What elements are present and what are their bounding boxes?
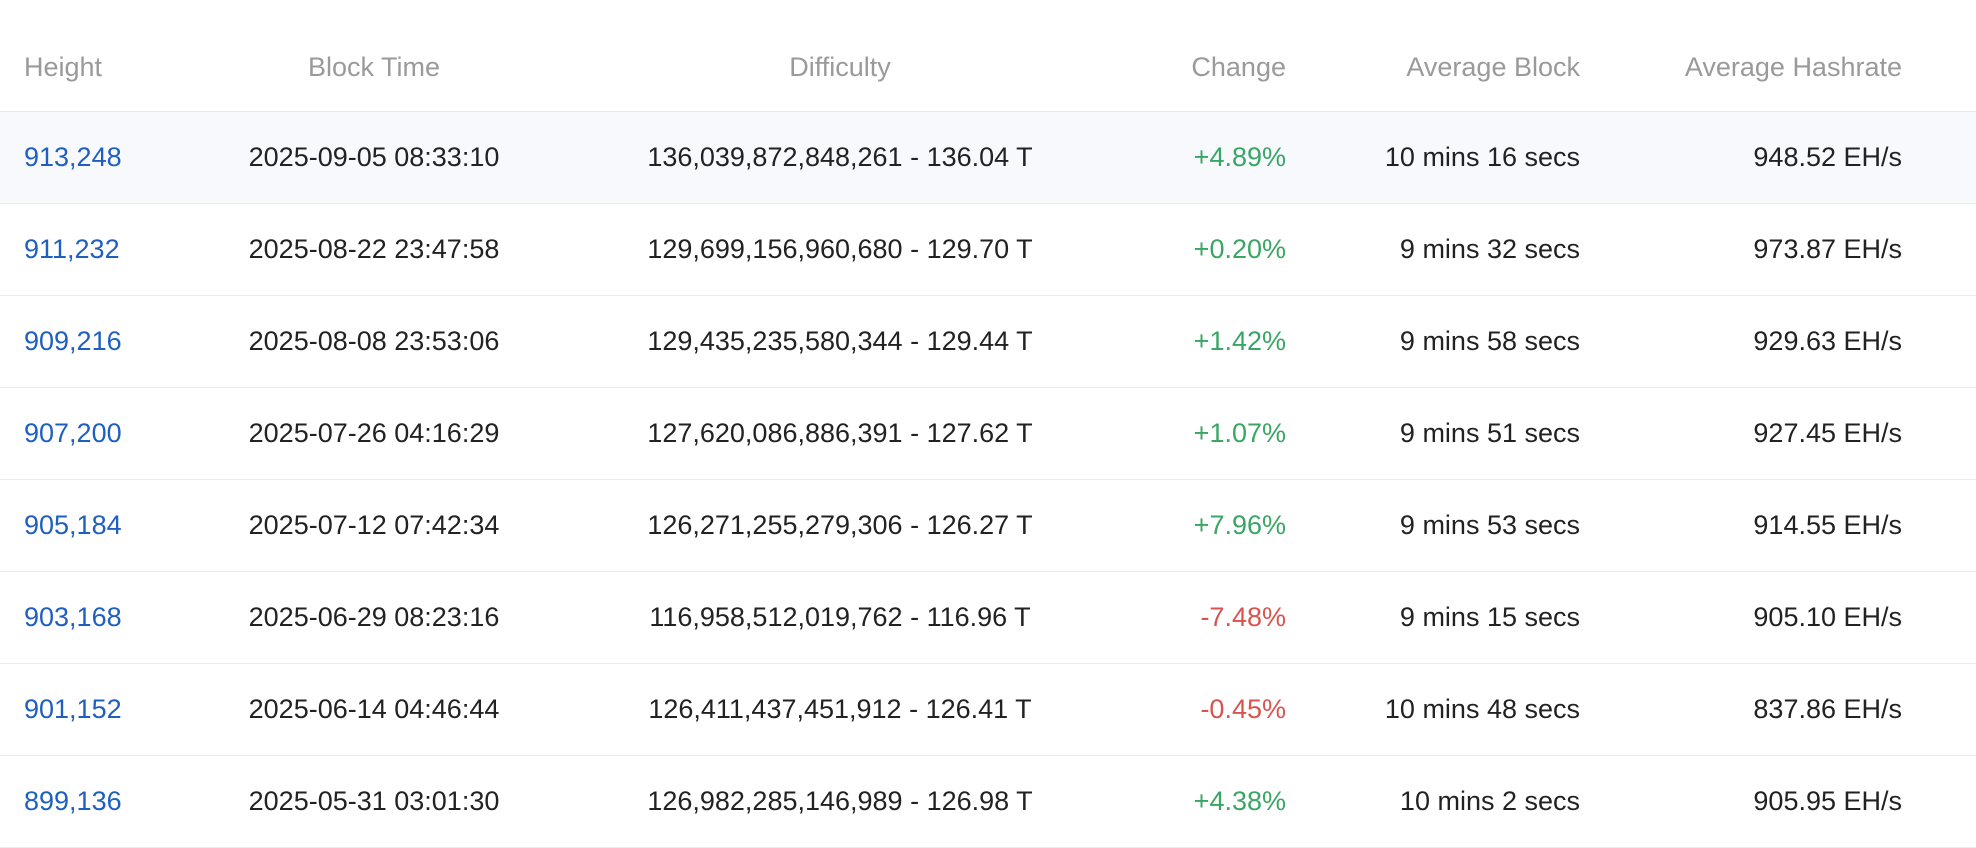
average-block-cell: 9 mins 32 secs	[1399, 234, 1580, 264]
change-cell: +4.89%	[1193, 142, 1286, 172]
difficulty-cell: 129,699,156,960,680 - 129.70 T	[647, 234, 1033, 264]
average-hashrate-cell: 837.86 EH/s	[1753, 694, 1902, 724]
block-time-cell: 2025-05-31 03:01:30	[248, 786, 500, 816]
table-row[interactable]: 909,216 2025-08-08 23:53:06 129,435,235,…	[0, 296, 1976, 388]
table-row[interactable]: 907,200 2025-07-26 04:16:29 127,620,086,…	[0, 388, 1976, 480]
block-time-cell: 2025-07-26 04:16:29	[248, 418, 500, 448]
difficulty-cell: 129,435,235,580,344 - 129.44 T	[647, 326, 1033, 356]
block-height-link[interactable]: 909,216	[24, 326, 122, 357]
difficulty-cell: 126,982,285,146,989 - 126.98 T	[647, 786, 1033, 816]
block-height-link[interactable]: 913,248	[24, 142, 122, 173]
block-time-cell: 2025-07-12 07:42:34	[248, 510, 500, 540]
block-height-link[interactable]: 899,136	[24, 786, 122, 817]
average-hashrate-cell: 905.95 EH/s	[1753, 786, 1902, 816]
block-time-cell: 2025-06-29 08:23:16	[248, 602, 500, 632]
table-header-row: Height Block Time Difficulty Change Aver…	[0, 0, 1976, 112]
table-row[interactable]: 913,248 2025-09-05 08:33:10 136,039,872,…	[0, 112, 1976, 204]
column-header-average-hashrate: Average Hashrate	[1684, 52, 1902, 82]
average-block-cell: 10 mins 16 secs	[1384, 142, 1580, 172]
change-cell: +1.42%	[1193, 326, 1286, 356]
change-cell: +0.20%	[1193, 234, 1286, 264]
difficulty-cell: 126,411,437,451,912 - 126.41 T	[648, 694, 1032, 724]
average-block-cell: 10 mins 2 secs	[1399, 786, 1580, 816]
height-cell: 907,200	[24, 388, 204, 479]
average-hashrate-cell: 929.63 EH/s	[1753, 326, 1902, 356]
block-height-link[interactable]: 901,152	[24, 694, 122, 725]
change-cell: +4.38%	[1193, 786, 1286, 816]
block-height-link[interactable]: 905,184	[24, 510, 122, 541]
block-time-cell: 2025-08-22 23:47:58	[248, 234, 500, 264]
average-block-cell: 9 mins 58 secs	[1399, 326, 1580, 356]
table-row[interactable]: 901,152 2025-06-14 04:46:44 126,411,437,…	[0, 664, 1976, 756]
average-block-cell: 9 mins 51 secs	[1399, 418, 1580, 448]
change-cell: -7.48%	[1200, 602, 1286, 632]
average-hashrate-cell: 914.55 EH/s	[1753, 510, 1902, 540]
height-cell: 899,136	[24, 756, 204, 847]
block-height-link[interactable]: 903,168	[24, 602, 122, 633]
block-time-cell: 2025-08-08 23:53:06	[248, 326, 500, 356]
height-cell: 901,152	[24, 664, 204, 755]
table-row[interactable]: 905,184 2025-07-12 07:42:34 126,271,255,…	[0, 480, 1976, 572]
difficulty-cell: 126,271,255,279,306 - 126.27 T	[647, 510, 1033, 540]
height-cell: 909,216	[24, 296, 204, 387]
average-block-cell: 10 mins 48 secs	[1384, 694, 1580, 724]
change-cell: +1.07%	[1193, 418, 1286, 448]
difficulty-cell: 127,620,086,886,391 - 127.62 T	[647, 418, 1033, 448]
height-cell: 905,184	[24, 480, 204, 571]
difficulty-adjustments-table: Height Block Time Difficulty Change Aver…	[0, 0, 1976, 848]
block-time-cell: 2025-06-14 04:46:44	[248, 694, 500, 724]
table-row[interactable]: 911,232 2025-08-22 23:47:58 129,699,156,…	[0, 204, 1976, 296]
table-row[interactable]: 903,168 2025-06-29 08:23:16 116,958,512,…	[0, 572, 1976, 664]
average-block-cell: 9 mins 53 secs	[1399, 510, 1580, 540]
difficulty-cell: 136,039,872,848,261 - 136.04 T	[647, 142, 1033, 172]
column-header-height: Height	[24, 52, 103, 82]
average-hashrate-cell: 927.45 EH/s	[1753, 418, 1902, 448]
difficulty-cell: 116,958,512,019,762 - 116.96 T	[649, 602, 1031, 632]
block-time-cell: 2025-09-05 08:33:10	[248, 142, 500, 172]
height-cell: 913,248	[24, 112, 204, 203]
height-cell: 911,232	[24, 204, 204, 295]
column-header-block-time: Block Time	[307, 52, 441, 82]
column-header-change: Change	[1191, 52, 1286, 82]
block-height-link[interactable]: 907,200	[24, 418, 122, 449]
average-hashrate-cell: 905.10 EH/s	[1753, 602, 1902, 632]
table-body: 913,248 2025-09-05 08:33:10 136,039,872,…	[0, 112, 1976, 848]
column-header-average-block: Average Block	[1406, 52, 1580, 82]
column-header-difficulty: Difficulty	[789, 52, 891, 82]
height-cell: 903,168	[24, 572, 204, 663]
average-hashrate-cell: 948.52 EH/s	[1753, 142, 1902, 172]
block-height-link[interactable]: 911,232	[24, 234, 120, 265]
table-row[interactable]: 899,136 2025-05-31 03:01:30 126,982,285,…	[0, 756, 1976, 848]
average-block-cell: 9 mins 15 secs	[1399, 602, 1580, 632]
average-hashrate-cell: 973.87 EH/s	[1753, 234, 1902, 264]
change-cell: -0.45%	[1200, 694, 1286, 724]
change-cell: +7.96%	[1193, 510, 1286, 540]
